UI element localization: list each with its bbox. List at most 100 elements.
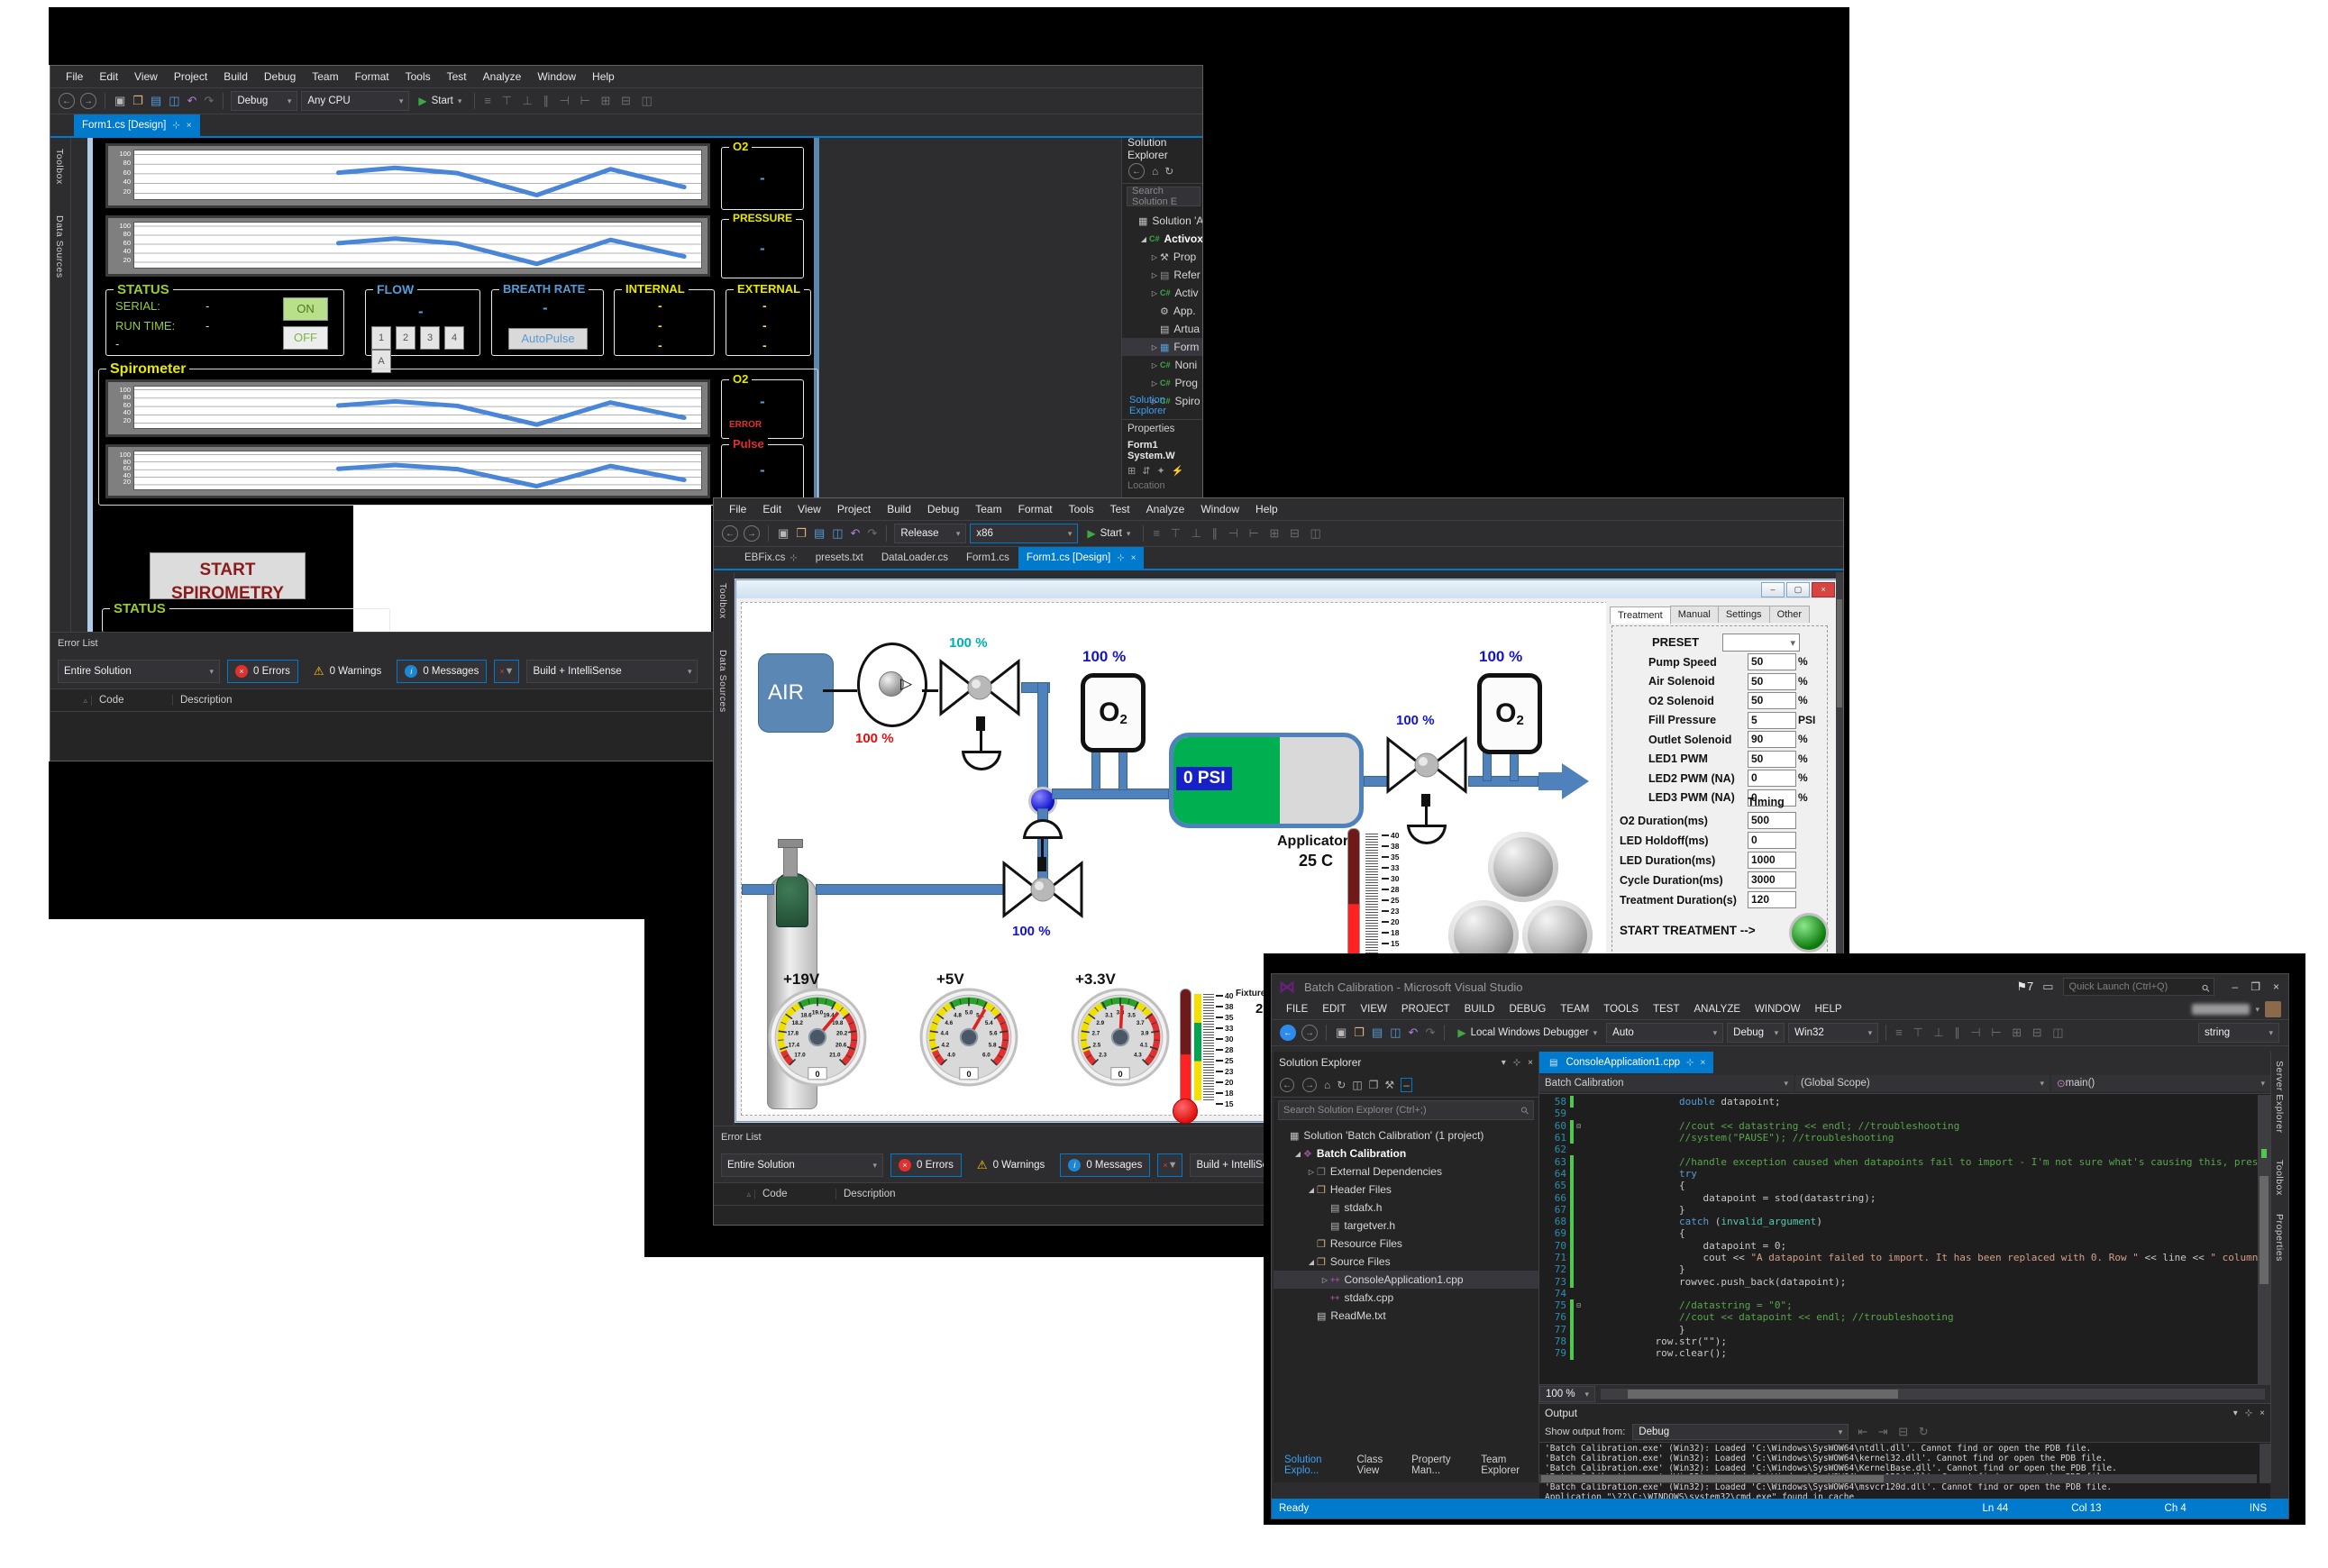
param-input[interactable]: 50 (1748, 751, 1796, 768)
user-account-redacted[interactable] (2192, 1004, 2250, 1015)
scope-dropdown[interactable]: (Global Scope)▾ (1795, 1075, 2050, 1091)
document-tab[interactable]: EBFix.cs⊹ (735, 547, 807, 569)
tree-item[interactable]: ▦Solution 'Batch Calibration' (1 project… (1274, 1126, 1538, 1144)
tree-item[interactable]: ◢❖Batch Calibration (1274, 1144, 1538, 1162)
menu-item[interactable]: WINDOW (1748, 1004, 1807, 1015)
redo-icon[interactable]: ↷ (865, 526, 879, 541)
pin-icon[interactable]: ⊹ (172, 121, 179, 131)
save-all-icon[interactable]: ◫ (1388, 1026, 1402, 1040)
tree-item[interactable]: ▤ReadMe.txt (1274, 1307, 1538, 1325)
tab-treatment[interactable]: Treatment (1610, 606, 1671, 624)
code-line[interactable]: 69 { (1539, 1227, 2270, 1239)
refresh-icon[interactable]: ↻ (1164, 165, 1173, 178)
navigate-back-icon[interactable]: ← (1280, 1025, 1296, 1041)
menu-item[interactable]: TEST (1646, 1004, 1686, 1015)
tab-settings[interactable]: Settings (1718, 606, 1770, 623)
config-combo[interactable]: Debug▾ (231, 91, 297, 111)
config-combo[interactable]: Release▾ (894, 524, 966, 543)
save-icon[interactable]: ▤ (149, 94, 163, 108)
platform-combo[interactable]: x86▾ (970, 524, 1078, 543)
back-icon[interactable]: ← (722, 525, 738, 542)
code-line[interactable]: 79 row.clear(); (1539, 1347, 2270, 1359)
pin-icon[interactable]: ⊹ (1117, 553, 1124, 563)
quick-launch-input[interactable]: Quick Launch (Ctrl+Q)⚲ (2063, 978, 2214, 996)
intellisense-combo[interactable]: Build + IntelliSense▾ (526, 660, 698, 683)
menu-item[interactable]: BUILD (1457, 1004, 1502, 1015)
restore-button[interactable]: ❐ (2250, 980, 2260, 993)
tree-item[interactable]: ◢❐Header Files (1274, 1181, 1538, 1199)
tree-item[interactable]: ▷▤Refer (1122, 266, 1203, 284)
menu-item[interactable]: Team (304, 70, 346, 83)
menu-item[interactable]: FILE (1279, 1004, 1315, 1015)
output-console[interactable]: 'Batch Calibration.exe' (Win32): Loaded … (1539, 1442, 2270, 1502)
panel-tab[interactable]: Property Man... (1404, 1452, 1472, 1479)
tree-item[interactable]: ▦Solution 'Ac (1122, 212, 1203, 230)
tree-item[interactable]: ❐Resource Files (1274, 1235, 1538, 1253)
menu-item[interactable]: Help (1247, 503, 1286, 515)
close-icon[interactable]: × (1700, 1058, 1705, 1068)
zoom-combo[interactable]: 100 %▾ (1539, 1386, 1595, 1402)
menu-item[interactable]: Edit (754, 503, 790, 515)
flow-preset-button[interactable]: 2 (396, 326, 415, 350)
new-file-icon[interactable]: ▣ (113, 94, 127, 108)
tab-other[interactable]: Other (1769, 606, 1811, 623)
undo-icon[interactable]: ↶ (849, 526, 863, 541)
menu-item[interactable]: ANALYZE (1686, 1004, 1748, 1015)
save-icon[interactable]: ▤ (812, 526, 826, 541)
tab-form1-design[interactable]: Form1.cs [Design]⊹× (1018, 547, 1145, 569)
tab-form1-design[interactable]: Form1.cs [Design]⊹× (74, 114, 200, 136)
menu-item[interactable]: View (790, 503, 829, 515)
new-file-icon[interactable]: ▣ (776, 526, 790, 541)
menu-item[interactable]: Analyze (475, 70, 530, 83)
flow-preset-button[interactable]: 3 (420, 326, 440, 350)
menu-item[interactable]: Project (829, 503, 879, 515)
tree-item[interactable]: ▷C#Prog (1122, 374, 1203, 392)
pending-changes-icon[interactable]: ↻ (1337, 1079, 1346, 1091)
new-file-icon[interactable]: ▣ (1334, 1026, 1348, 1040)
find-combo[interactable]: string▾ (2198, 1023, 2279, 1043)
menu-item[interactable]: File (58, 70, 91, 83)
code-line[interactable]: 66 datapoint = stod(datastring); (1539, 1191, 2270, 1203)
messages-filter-button[interactable]: i0 Messages (397, 660, 487, 683)
forward-icon[interactable]: → (1302, 1078, 1317, 1092)
tree-item[interactable]: ▷C#Noni (1122, 356, 1203, 374)
menu-item[interactable]: Build (879, 503, 919, 515)
error-scope-combo[interactable]: Entire Solution▾ (721, 1153, 883, 1177)
code-line[interactable]: 60⊟ //cout << datastring << endl; //trou… (1539, 1120, 2270, 1132)
platform-combo[interactable]: Win32▾ (1788, 1023, 1878, 1043)
start-treatment-led-button[interactable] (1789, 913, 1829, 953)
param-input[interactable]: 50 (1748, 653, 1796, 670)
dropdown-icon[interactable]: ▾ (1502, 1058, 1506, 1068)
code-line[interactable]: 70 datapoint = 0; (1539, 1240, 2270, 1252)
forward-icon[interactable]: → (80, 93, 96, 109)
member-dropdown[interactable]: ⊙ main()▾ (2051, 1075, 2270, 1091)
menu-item[interactable]: DEBUG (1502, 1004, 1553, 1015)
save-all-icon[interactable]: ◫ (167, 94, 181, 108)
flow-preset-button[interactable]: 4 (444, 326, 464, 350)
column-code[interactable]: Code (755, 1189, 836, 1199)
home-icon[interactable]: ⌂ (1152, 165, 1158, 178)
code-line[interactable]: 75⊟ //datastring = "0"; (1539, 1299, 2270, 1311)
save-all-icon[interactable]: ◫ (830, 526, 844, 541)
code-line[interactable]: 63 //handle exception caused when datapo… (1539, 1155, 2270, 1167)
output-source-combo[interactable]: Debug▾ (1632, 1424, 1849, 1440)
code-line[interactable]: 65 { (1539, 1180, 2270, 1191)
solution-search-input[interactable]: Search Solution Explorer (Ctrl+;) ⚲ (1278, 1100, 1534, 1120)
tab-data-sources[interactable]: Data Sources (717, 650, 728, 713)
form-close-button[interactable]: × (1812, 582, 1835, 597)
redo-icon[interactable]: ↷ (1423, 1026, 1437, 1040)
open-icon[interactable]: ❐ (131, 94, 145, 108)
menu-item[interactable]: Edit (91, 70, 126, 83)
menu-item[interactable]: Test (439, 70, 475, 83)
menu-item[interactable]: Build (215, 70, 256, 83)
config-combo[interactable]: Debug▾ (1727, 1023, 1785, 1043)
preview-icon[interactable]: – (1401, 1078, 1412, 1092)
code-line[interactable]: 76 //cout << datapoint << endl; //troubl… (1539, 1311, 2270, 1323)
code-line[interactable]: 58 double datapoint; (1539, 1096, 2270, 1108)
menu-item[interactable]: HELP (1808, 1004, 1849, 1015)
back-icon[interactable]: ← (1128, 163, 1145, 179)
tree-item[interactable]: ++stdafx.cpp (1274, 1289, 1538, 1307)
timing-input[interactable]: 3000 (1748, 871, 1796, 889)
editor-hscrollbar[interactable] (1601, 1389, 2265, 1399)
close-button[interactable]: × (2273, 980, 2279, 993)
